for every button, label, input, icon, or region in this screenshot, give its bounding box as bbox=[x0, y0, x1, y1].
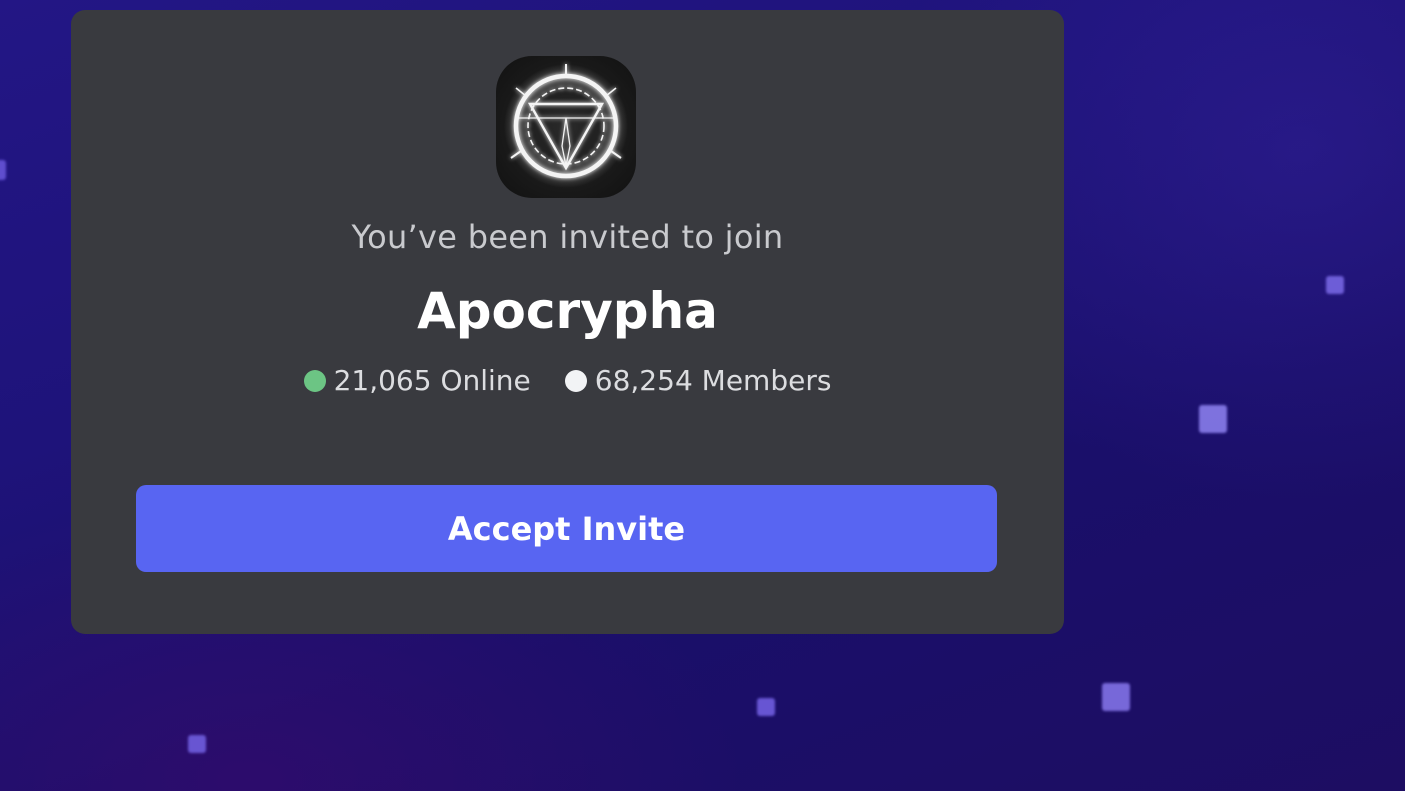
online-count-label: 21,065 Online bbox=[333, 364, 531, 397]
server-stats: 21,065 Online 68,254 Members bbox=[71, 364, 1064, 397]
background-particle bbox=[0, 160, 6, 180]
server-icon bbox=[496, 56, 636, 198]
invite-card: You’ve been invited to join Apocrypha 21… bbox=[71, 10, 1064, 634]
server-name: Apocrypha bbox=[417, 282, 718, 340]
invite-intro-text: You’ve been invited to join bbox=[351, 218, 784, 256]
invite-page: You’ve been invited to join Apocrypha 21… bbox=[0, 0, 1405, 791]
green-dot-icon bbox=[303, 369, 326, 392]
background-particle bbox=[1326, 276, 1344, 294]
member-count: 68,254 Members bbox=[564, 364, 832, 397]
member-count-label: 68,254 Members bbox=[594, 364, 832, 397]
background-particle bbox=[188, 735, 206, 753]
background-particle bbox=[1199, 405, 1227, 433]
background-particle bbox=[757, 698, 775, 716]
accept-invite-button[interactable]: Accept Invite bbox=[136, 485, 997, 572]
white-dot-icon bbox=[564, 369, 587, 392]
online-count: 21,065 Online bbox=[303, 364, 531, 397]
background-particle bbox=[1102, 683, 1130, 711]
